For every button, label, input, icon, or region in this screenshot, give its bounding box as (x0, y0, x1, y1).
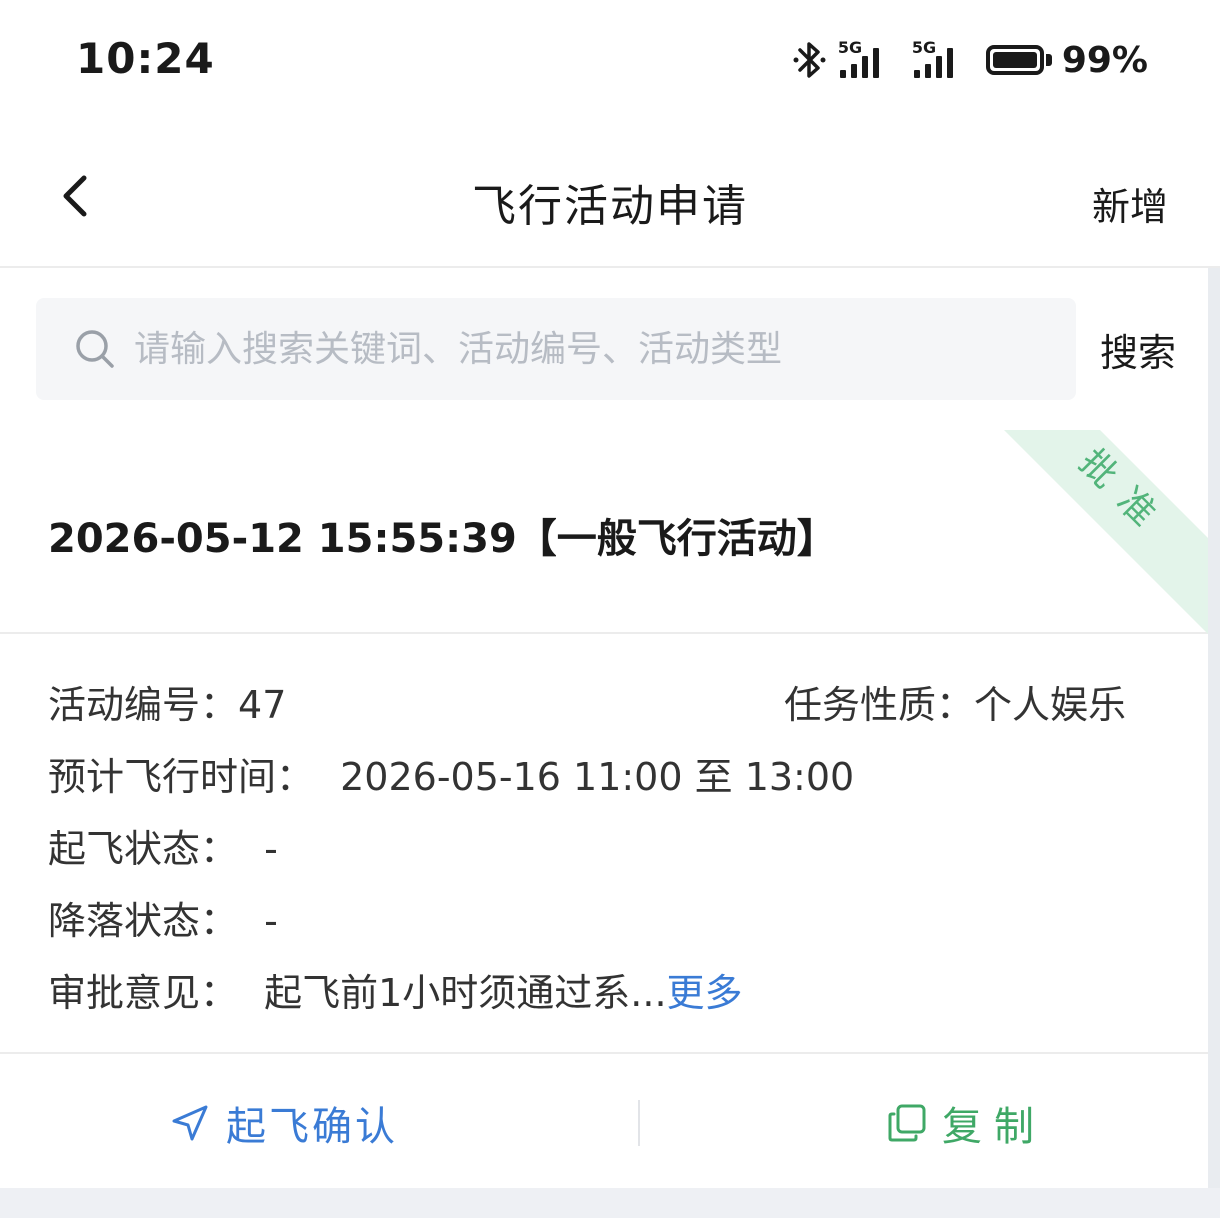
card-title: 2026-05-12 15:55:39【一般飞行活动】 (48, 516, 837, 562)
landing-status-label: 降落状态： (48, 899, 239, 943)
action-divider (638, 1100, 640, 1146)
approval-opinion-value: 起飞前1小时须通过系... (264, 971, 667, 1015)
takeoff-status-label: 起飞状态： (48, 827, 239, 871)
approval-opinion-row: 审批意见： 起飞前1小时须通过系...更多 (48, 962, 743, 1017)
scrollbar-track (1208, 268, 1220, 1218)
send-icon (172, 1105, 208, 1141)
takeoff-status-row: 起飞状态： - (48, 818, 278, 873)
signal-icon: 5G (912, 38, 976, 82)
search-bar: 搜索 (36, 298, 1186, 400)
activity-card[interactable]: 2026-05-12 15:55:39【一般飞行活动】 批准 活动编号：47 任… (0, 430, 1208, 1190)
landing-status-row: 降落状态： - (48, 890, 278, 945)
page-title: 飞行活动申请 (472, 181, 748, 232)
takeoff-status-value: - (264, 827, 278, 871)
nav-bar: 飞行活动申请 新增 (0, 120, 1220, 268)
add-button[interactable]: 新增 (1092, 176, 1168, 231)
status-icons: 5G 5G 99% (792, 36, 1148, 84)
signal-icon: 5G (838, 38, 902, 82)
copy-button[interactable]: 复制 (886, 1094, 1046, 1152)
more-link[interactable]: 更多 (667, 971, 743, 1015)
planned-time-row: 预计飞行时间： 2026-05-16 11:00 至 13:00 (48, 746, 854, 801)
search-input[interactable] (134, 322, 1034, 376)
approval-opinion-label: 审批意见： (48, 971, 239, 1015)
card-actions: 起飞确认 复制 (0, 1052, 1208, 1190)
planned-time-label: 预计飞行时间： (48, 755, 315, 799)
task-type-label: 任务性质： (784, 683, 975, 727)
task-type-value: 个人娱乐 (974, 683, 1127, 727)
activity-number-row: 活动编号：47 (48, 674, 467, 729)
battery-level: 99% (1061, 39, 1148, 81)
copy-label: 复制 (942, 1104, 1046, 1150)
status-bar: 10:24 5G 5G 99% (0, 0, 1220, 120)
status-time: 10:24 (76, 34, 215, 83)
landing-status-value: - (264, 899, 278, 943)
activity-number-label: 活动编号： (48, 683, 239, 727)
card-header: 2026-05-12 15:55:39【一般飞行活动】 批准 (0, 430, 1208, 634)
next-card-edge (0, 1188, 1220, 1218)
activity-number-value: 47 (238, 683, 287, 727)
search-box[interactable] (36, 298, 1076, 400)
confirm-takeoff-button[interactable]: 起飞确认 (170, 1094, 398, 1152)
battery-icon (985, 43, 1052, 77)
planned-time-value: 2026-05-16 11:00 至 13:00 (340, 755, 855, 799)
copy-icon (888, 1104, 926, 1142)
bluetooth-icon (793, 42, 826, 78)
search-button[interactable]: 搜索 (1100, 322, 1176, 377)
search-icon (76, 330, 114, 368)
task-type-row: 任务性质：个人娱乐 (784, 674, 1126, 729)
redacted-area (286, 687, 467, 728)
confirm-takeoff-label: 起飞确认 (226, 1104, 398, 1150)
